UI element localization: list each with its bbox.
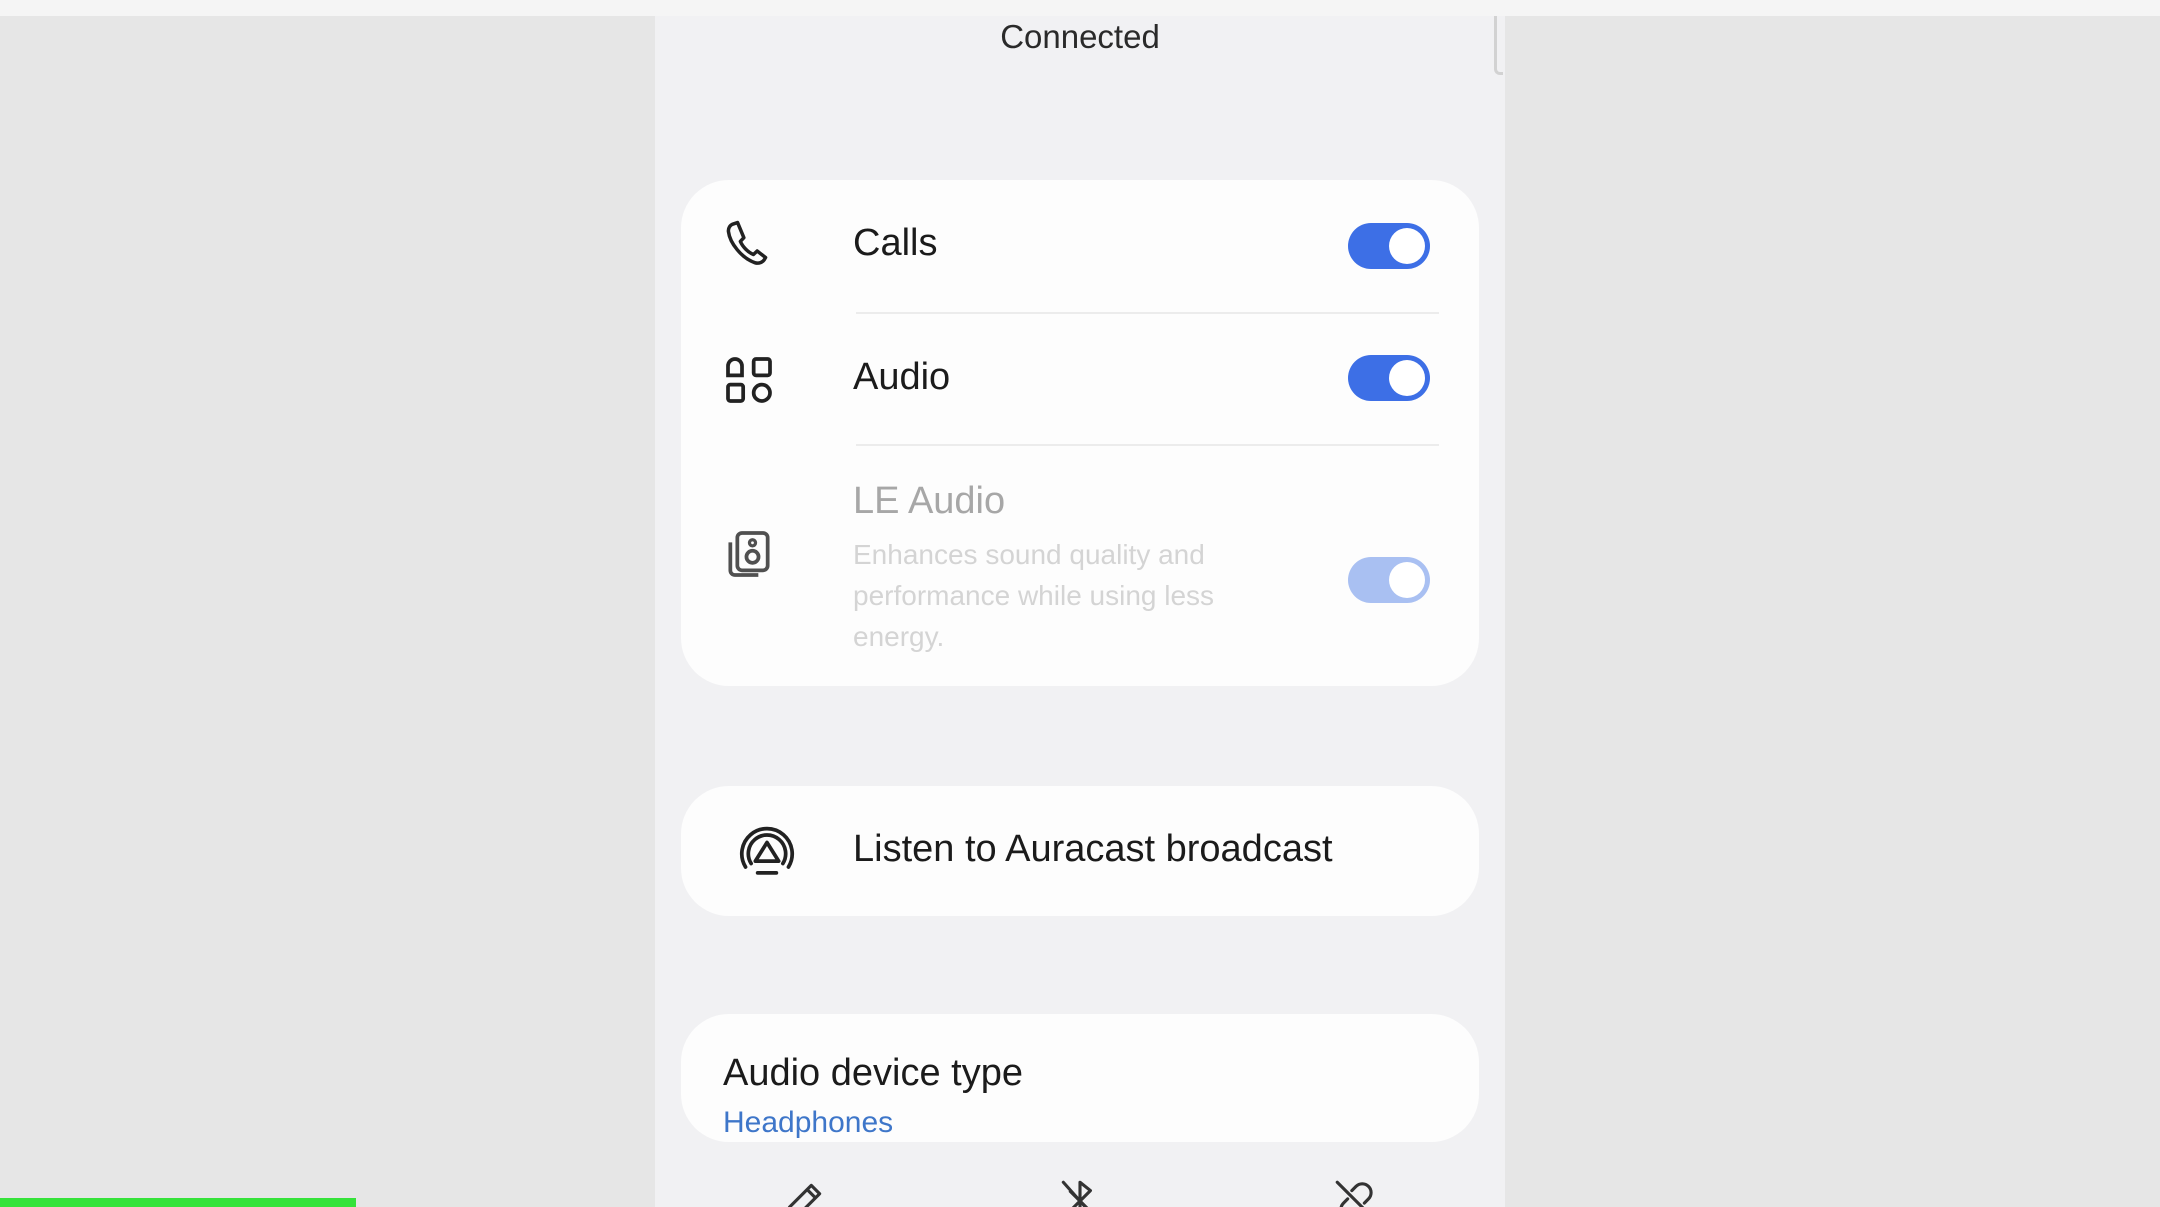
speaker-icon [728, 531, 770, 577]
audio-device-type-card[interactable]: Audio device type Headphones [681, 1014, 1479, 1142]
le-audio-description: Enhances sound quality and performance w… [853, 539, 1215, 652]
apps-grid-icon [726, 357, 772, 403]
le-audio-toggle[interactable] [1348, 557, 1430, 603]
audio-device-type-title: Audio device type [723, 1052, 1023, 1094]
calls-label: Calls [853, 222, 938, 264]
audio-toggle-knob [1389, 360, 1425, 396]
calls-row[interactable]: Calls [681, 180, 1479, 312]
auracast-label: Listen to Auracast broadcast [853, 828, 1333, 870]
auracast-icon [739, 826, 795, 875]
audio-label: Audio [853, 356, 951, 398]
auracast-card[interactable]: Listen to Auracast broadcast [681, 786, 1479, 916]
le-audio-toggle-knob [1389, 562, 1425, 598]
calls-toggle-knob [1389, 228, 1425, 264]
top-strip [0, 0, 2160, 16]
video-progress-bar[interactable] [0, 1198, 2160, 1207]
phone-screen: Connected Calls Audio LE Audio Enhances … [655, 16, 1505, 1207]
le-audio-label: LE Audio [853, 480, 1006, 522]
profile-settings-card: Calls Audio LE Audio Enhances sound qual… [681, 180, 1479, 686]
video-progress-fill [0, 1198, 357, 1207]
audio-device-type-value: Headphones [723, 1106, 894, 1139]
calls-toggle[interactable] [1348, 223, 1430, 269]
audio-toggle[interactable] [1348, 355, 1430, 401]
audio-row[interactable]: Audio [681, 314, 1479, 444]
connection-status: Connected [1000, 18, 1160, 55]
phone-icon [726, 220, 768, 265]
